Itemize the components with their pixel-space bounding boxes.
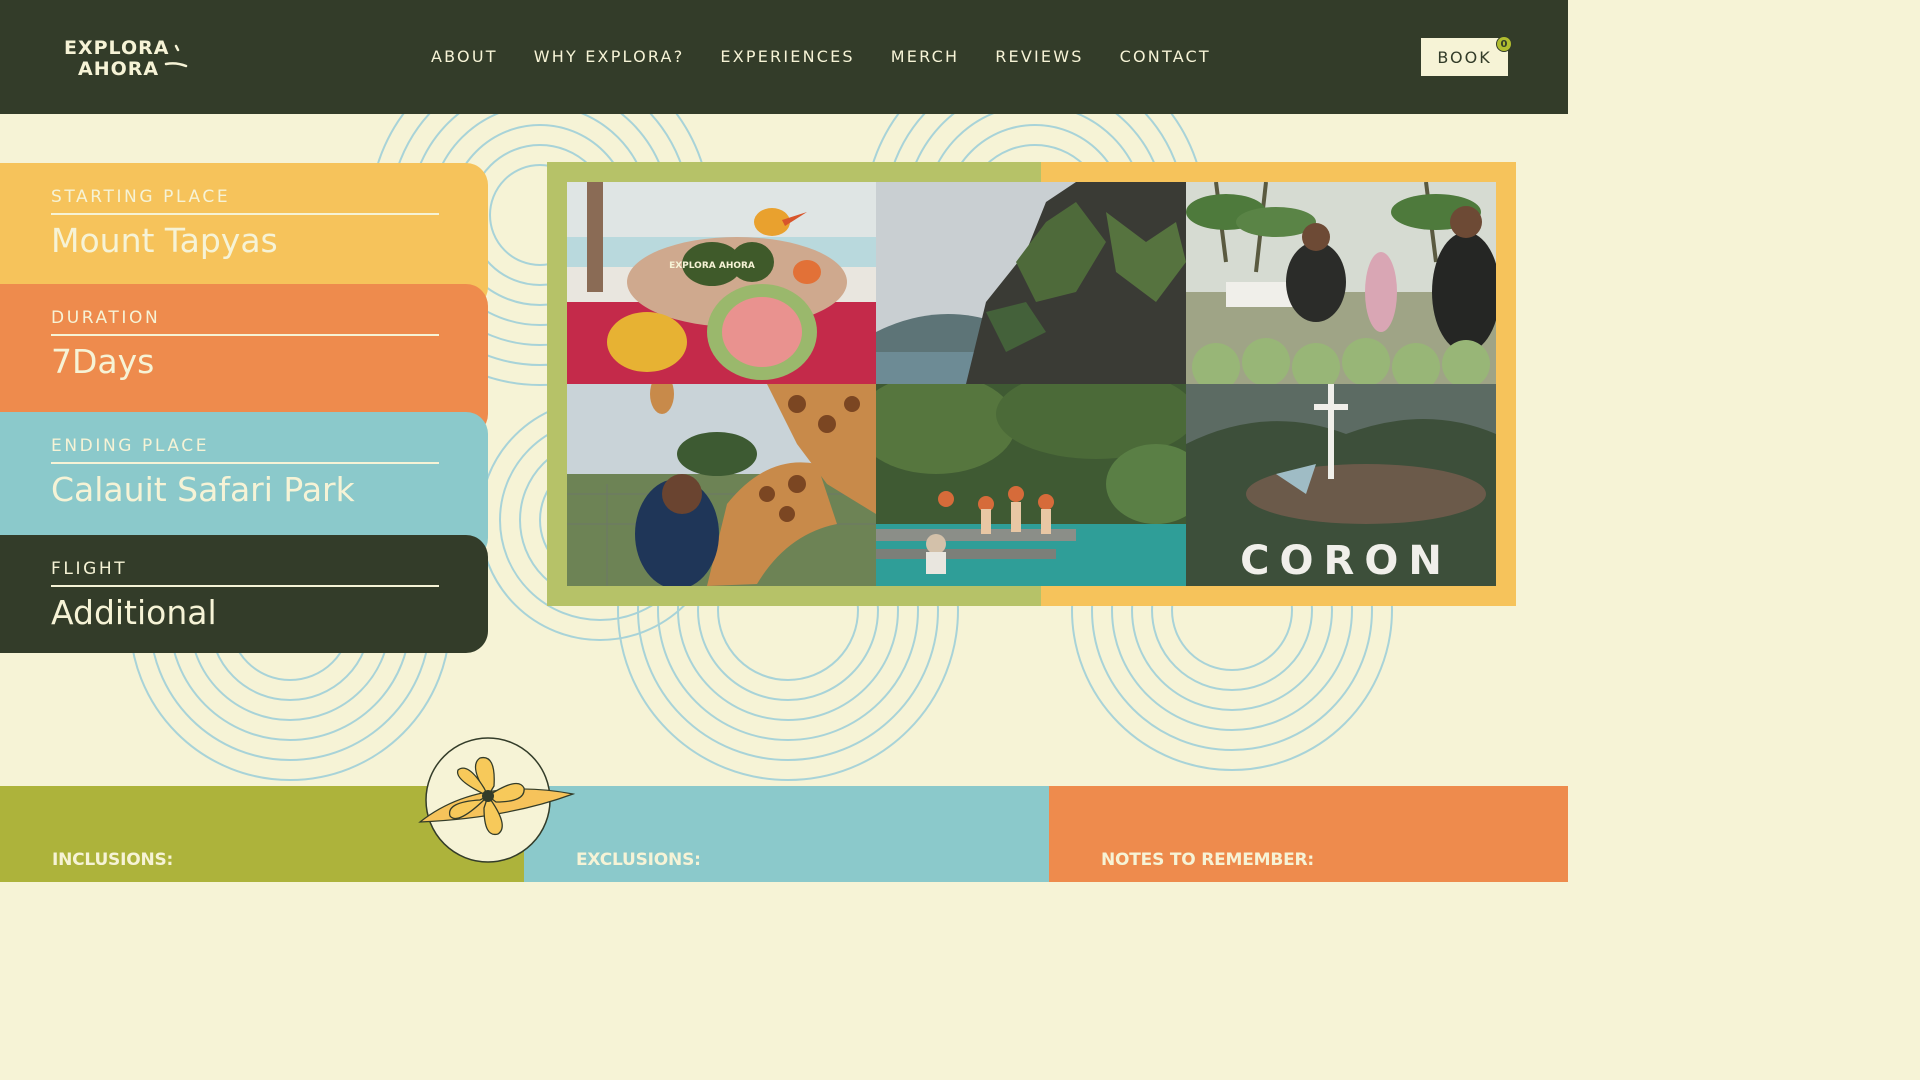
photo-limestone-cliff[interactable] [876,182,1186,384]
book-button[interactable]: BOOK [1421,38,1508,76]
coron-sign-text: CORON [1240,538,1452,584]
exclusions-title: EXCLUSIONS: [576,850,701,870]
card-value: 7Days [51,342,155,381]
platter-text: EXPLORA AHORA [669,261,755,271]
photo-gallery: EXPLORA AHORA CORON [547,162,1516,606]
card-label: ENDING PLACE [51,436,439,464]
exclusions-column: EXCLUSIONS: [524,786,1049,882]
inclusions-title: INCLUSIONS: [52,850,174,870]
photo-coron-sign[interactable]: CORON [1186,384,1496,586]
info-card-flight: FLIGHT Additional [0,535,488,653]
card-label: DURATION [51,308,439,336]
card-label: FLIGHT [51,559,439,587]
photo-giraffe-encounter[interactable] [567,384,876,586]
notes-column: NOTES TO REMEMBER: [1049,786,1568,882]
site-logo[interactable]: EXPLORA AHORA [64,38,188,82]
photo-fruit-platter[interactable]: EXPLORA AHORA [567,182,876,384]
logo-swoosh-icon [164,44,188,68]
nav-why-explora[interactable]: WHY EXPLORA? [534,47,685,66]
nav-merch[interactable]: MERCH [891,47,959,66]
photo-lagoon-swim[interactable] [876,384,1186,586]
details-section: INCLUSIONS: EXCLUSIONS: NOTES TO REMEMBE… [0,786,1568,882]
card-value: Mount Tapyas [51,221,278,260]
main-nav: ABOUT WHY EXPLORA? EXPERIENCES MERCH REV… [431,47,1247,66]
nav-experiences[interactable]: EXPERIENCES [720,47,854,66]
card-label: STARTING PLACE [51,187,439,215]
site-header: EXPLORA AHORA ABOUT WHY EXPLORA? EXPERIE… [0,0,1568,114]
notes-title: NOTES TO REMEMBER: [1101,850,1315,870]
card-value: Additional [51,593,217,632]
card-value: Calauit Safari Park [51,470,355,509]
cart-count-badge: 0 [1496,36,1512,52]
photo-coconut-vendors[interactable] [1186,182,1496,384]
nav-contact[interactable]: CONTACT [1120,47,1211,66]
nav-about[interactable]: ABOUT [431,47,498,66]
flower-icon [418,737,576,863]
nav-reviews[interactable]: REVIEWS [995,47,1083,66]
